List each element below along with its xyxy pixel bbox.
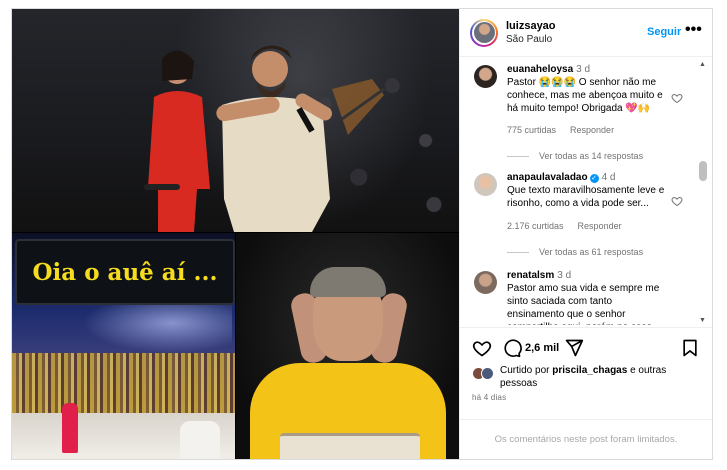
view-replies-button[interactable]: Ver todas as 14 respostas: [507, 151, 643, 161]
comment-username[interactable]: renatalsm: [507, 270, 554, 281]
comments-scrollbar[interactable]: ▲ ▼: [697, 61, 709, 329]
media-caption-text: Oia o auê aí ...: [32, 258, 218, 286]
heart-icon[interactable]: [472, 338, 492, 358]
follow-button[interactable]: Seguir: [647, 26, 681, 38]
reply-button[interactable]: Responder: [570, 125, 614, 135]
comment-like-icon[interactable]: [671, 92, 683, 104]
author-username[interactable]: luizsayao: [506, 20, 556, 33]
liker-username[interactable]: priscila_chagas: [552, 365, 627, 376]
comments-count[interactable]: 2,6 mil: [525, 342, 559, 354]
comments-limited-notice: Os comentários neste post foram limitado…: [460, 419, 712, 459]
paper-plane-icon[interactable]: [564, 338, 584, 358]
view-replies-button[interactable]: Ver todas as 61 respostas: [507, 247, 643, 257]
comments-list[interactable]: euanaheloysa 3 d Pastor 😭😭😭 O senhor não …: [460, 57, 712, 325]
comment-likes-count[interactable]: 775 curtidas: [507, 125, 556, 135]
comment-likes-count[interactable]: 2.176 curtidas: [507, 221, 564, 231]
reply-button[interactable]: Responder: [578, 221, 622, 231]
comment-username[interactable]: euanaheloysa: [507, 64, 573, 75]
comment-avatar[interactable]: [474, 271, 497, 294]
author-avatar[interactable]: [470, 18, 498, 47]
liker-avatar[interactable]: [481, 367, 494, 380]
stage-figures: [144, 45, 385, 232]
scroll-up-arrow-icon[interactable]: ▲: [699, 61, 706, 68]
comment-time: 3 d: [557, 270, 572, 281]
comment-text: Pastor amo sua vida e sempre me sinto sa…: [507, 283, 660, 325]
verified-badge-icon: ✓: [589, 174, 599, 183]
comment-avatar[interactable]: [474, 65, 497, 88]
post-header: luizsayao São Paulo Seguir •••: [460, 9, 712, 57]
scroll-down-arrow-icon[interactable]: ▼: [699, 317, 706, 324]
comment-like-icon[interactable]: [671, 195, 683, 207]
post-media[interactable]: Oia o auê aí ...: [12, 9, 459, 459]
comment-avatar[interactable]: [474, 173, 497, 196]
media-panel-stage: [12, 9, 459, 232]
comment-bubble-icon[interactable]: [502, 338, 522, 358]
more-options-icon[interactable]: •••: [685, 21, 702, 39]
post-date[interactable]: há 4 dias: [472, 393, 506, 402]
post-location[interactable]: São Paulo: [506, 33, 556, 46]
action-bar: 2,6 mil: [460, 327, 712, 361]
comments-limited-text: Os comentários neste post foram limitado…: [494, 434, 678, 445]
post-side-panel: luizsayao São Paulo Seguir ••• euanahelo…: [459, 9, 712, 459]
post-modal: Oia o auê aí ... luizsayao São Paulo Seg…: [11, 8, 713, 460]
comment-time: 3 d: [576, 64, 591, 75]
comment-text: Que texto maravilhosamente leve e risonh…: [507, 185, 665, 209]
comment-username[interactable]: anapaulavaladao: [507, 172, 588, 183]
media-panel-portrait: [236, 233, 459, 459]
media-caption-banner: Oia o auê aí ...: [15, 239, 235, 305]
comment-time: 4 d: [601, 172, 616, 183]
bookmark-icon[interactable]: [680, 338, 700, 358]
scroll-thumb[interactable]: [699, 161, 707, 181]
comment-text: Pastor 😭😭😭 O senhor não me conhece, mas …: [507, 77, 663, 114]
